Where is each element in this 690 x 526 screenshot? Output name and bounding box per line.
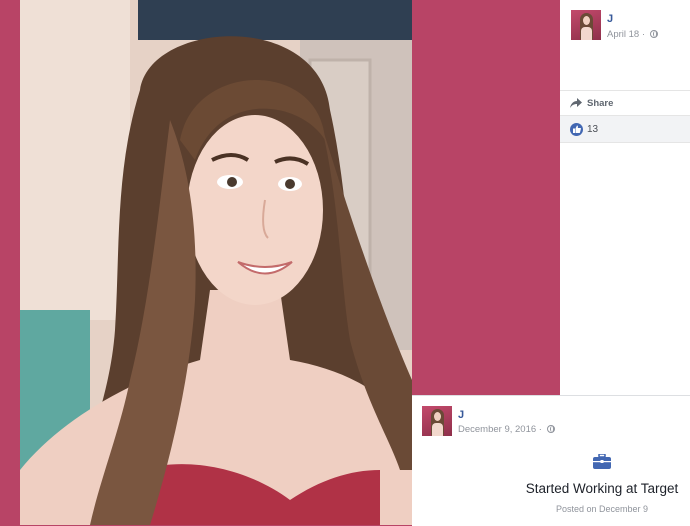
post-date[interactable]: April 18 · — [607, 29, 658, 40]
share-arrow-icon — [570, 98, 582, 108]
event-author-name[interactable]: J — [458, 409, 464, 421]
post-photo[interactable] — [20, 0, 412, 525]
post-author-name[interactable]: J — [607, 13, 613, 25]
likes-summary[interactable]: 13 — [560, 115, 690, 143]
event-title: Started Working at Target — [525, 481, 679, 496]
photo-illustration — [20, 0, 412, 525]
share-label: Share — [587, 97, 614, 109]
avatar[interactable] — [422, 406, 452, 436]
briefcase-icon — [593, 454, 611, 469]
life-event-card: J December 9, 2016 · Started Working at … — [412, 395, 690, 526]
avatar[interactable] — [571, 10, 601, 40]
globe-icon — [649, 30, 658, 38]
event-date-text[interactable]: December 9, 2016 · — [458, 424, 545, 435]
like-count: 13 — [587, 123, 599, 135]
post-info-panel: J April 18 · Share 13 — [560, 0, 690, 395]
post-date-text[interactable]: April 18 · — [607, 29, 648, 40]
share-button[interactable]: Share — [560, 90, 690, 115]
event-date[interactable]: December 9, 2016 · — [458, 424, 555, 435]
globe-icon — [546, 425, 555, 433]
event-subtitle: Posted on December 9 — [555, 504, 649, 514]
thumbs-up-icon — [570, 122, 583, 136]
